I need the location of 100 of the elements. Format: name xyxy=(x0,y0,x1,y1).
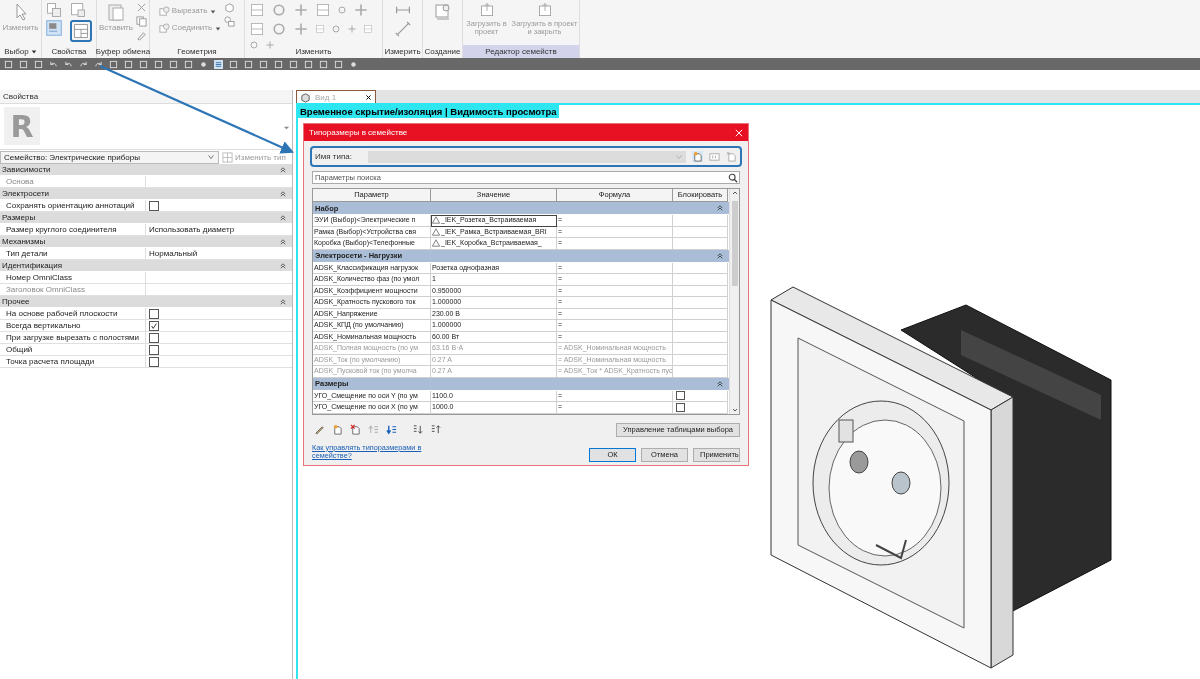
lock-cell xyxy=(673,297,728,309)
checkbox[interactable] xyxy=(149,344,159,355)
app-logo: R xyxy=(4,107,40,145)
tool-icon[interactable] xyxy=(270,2,287,18)
new-document-icon[interactable] xyxy=(692,151,703,162)
tool-icon[interactable] xyxy=(248,2,265,18)
toolbar-icon[interactable] xyxy=(79,59,88,69)
property-value[interactable]: Нормальный xyxy=(149,249,198,258)
checkbox[interactable] xyxy=(149,200,159,211)
property-label: Сохранять ориентацию аннотаций xyxy=(0,200,146,211)
lock-checkbox[interactable] xyxy=(676,402,685,412)
ribbon-group-label: Создание xyxy=(423,46,462,58)
pencil-icon[interactable] xyxy=(314,424,325,435)
lock-cell xyxy=(673,308,728,320)
section-header[interactable]: Прочее xyxy=(0,296,292,308)
toolbar-icon[interactable] xyxy=(214,59,223,69)
search-icon[interactable] xyxy=(728,172,738,183)
lock-cell xyxy=(673,331,728,343)
delete-parameter-icon[interactable] xyxy=(350,424,361,435)
properties-icon[interactable] xyxy=(46,2,62,18)
tool-icon[interactable] xyxy=(330,24,341,34)
section-header[interactable]: Электросети xyxy=(0,188,292,200)
close-icon[interactable] xyxy=(365,93,372,101)
collapse-icon[interactable] xyxy=(717,380,723,387)
section-header[interactable]: Механизмы xyxy=(0,236,292,248)
shapes-icon xyxy=(158,6,170,17)
scrollbar[interactable] xyxy=(729,189,739,414)
property-label: Всегда вертикально xyxy=(0,320,146,331)
lock-cell xyxy=(673,366,728,378)
section-title: Механизмы xyxy=(2,237,46,246)
tool-icon[interactable] xyxy=(248,40,259,50)
section-title: Электросети xyxy=(2,189,50,198)
create-family-icon[interactable] xyxy=(432,2,453,22)
ribbon-group-label: Изменить xyxy=(294,46,333,58)
property-label: Основа xyxy=(0,176,146,187)
ribbon-group-label: Буфер обмена xyxy=(97,46,149,58)
caret-icon[interactable] xyxy=(215,25,222,32)
section-title: Размеры xyxy=(2,213,36,222)
properties-toggle-icon[interactable] xyxy=(46,20,62,36)
tool-icon[interactable] xyxy=(314,2,331,18)
sort-descending-icon[interactable] xyxy=(430,424,441,435)
collapse-icon[interactable] xyxy=(280,166,286,173)
property-label: Тип детали xyxy=(0,248,146,259)
collapse-icon[interactable] xyxy=(280,190,286,197)
ribbon-group-label: Свойства xyxy=(50,46,88,58)
collapse-icon[interactable] xyxy=(280,298,286,305)
panel-title: Свойства xyxy=(0,90,292,104)
scissors-icon[interactable] xyxy=(135,2,147,13)
sort-ascending-icon[interactable] xyxy=(412,424,423,435)
move-down-icon[interactable] xyxy=(386,424,397,435)
ribbon-group-label: Измерить xyxy=(383,46,422,58)
lock-cell xyxy=(673,354,728,366)
collapse-icon[interactable] xyxy=(280,238,286,245)
grid-icon xyxy=(222,151,233,163)
shapes-icon xyxy=(158,23,170,34)
section-header[interactable]: Размеры xyxy=(0,212,292,224)
view-banner: Временное скрытие/изоляция | Видимость просмотра xyxy=(298,105,559,118)
lock-checkbox[interactable] xyxy=(676,391,685,401)
copy-icon[interactable] xyxy=(135,16,147,27)
field-label: Имя типа: xyxy=(315,152,352,161)
checkbox[interactable] xyxy=(149,308,159,319)
lock-cell xyxy=(673,262,728,274)
scroll-up-icon[interactable] xyxy=(730,189,739,197)
toolbar-icon[interactable] xyxy=(49,59,58,69)
tool-icon[interactable] xyxy=(270,21,287,37)
property-label: На основе рабочей плоскости xyxy=(0,308,146,319)
property-label: При загрузке вырезать с полостями xyxy=(0,332,146,343)
caret-icon[interactable] xyxy=(210,8,217,15)
property-label: Номер OmniClass xyxy=(0,272,146,283)
checkbox[interactable] xyxy=(149,320,159,331)
lock-cell xyxy=(673,238,728,250)
section-header[interactable]: Зависимости xyxy=(0,164,292,176)
diagonal-dimension-icon[interactable] xyxy=(394,21,411,37)
section-title: Прочее xyxy=(2,297,30,306)
collapse-icon[interactable] xyxy=(280,262,286,269)
lock-cell xyxy=(673,343,728,355)
lock-cell xyxy=(673,226,728,238)
lock-cell xyxy=(673,215,728,227)
ribbon-group-label: Геометрия xyxy=(176,46,218,58)
collapse-icon[interactable] xyxy=(280,214,286,221)
dialog-title: Типоразмеры в семействе xyxy=(309,128,408,137)
lock-cell xyxy=(673,320,728,332)
section-header[interactable]: Идентификация xyxy=(0,260,292,272)
tool-icon[interactable] xyxy=(248,21,265,37)
collapse-icon[interactable] xyxy=(717,205,723,211)
property-value[interactable]: Использовать диаметр xyxy=(149,225,235,234)
type-properties-button[interactable] xyxy=(70,20,92,42)
property-label: Заголовок OmniClass xyxy=(0,284,146,295)
toolbar-icon[interactable] xyxy=(64,59,73,69)
checkbox[interactable] xyxy=(149,356,159,367)
toolbar-icon[interactable] xyxy=(94,59,103,69)
checkbox[interactable] xyxy=(149,332,159,343)
ribbon-group-label: Редактор семейств xyxy=(463,45,579,58)
tool-icon[interactable] xyxy=(336,5,347,15)
caret-icon[interactable] xyxy=(30,48,37,55)
ribbon-group-label[interactable]: Выбор xyxy=(0,45,41,58)
panel-icon[interactable] xyxy=(70,2,86,18)
collapse-icon[interactable] xyxy=(717,252,723,259)
lock-cell xyxy=(673,285,728,297)
new-parameter-icon[interactable] xyxy=(332,424,343,435)
